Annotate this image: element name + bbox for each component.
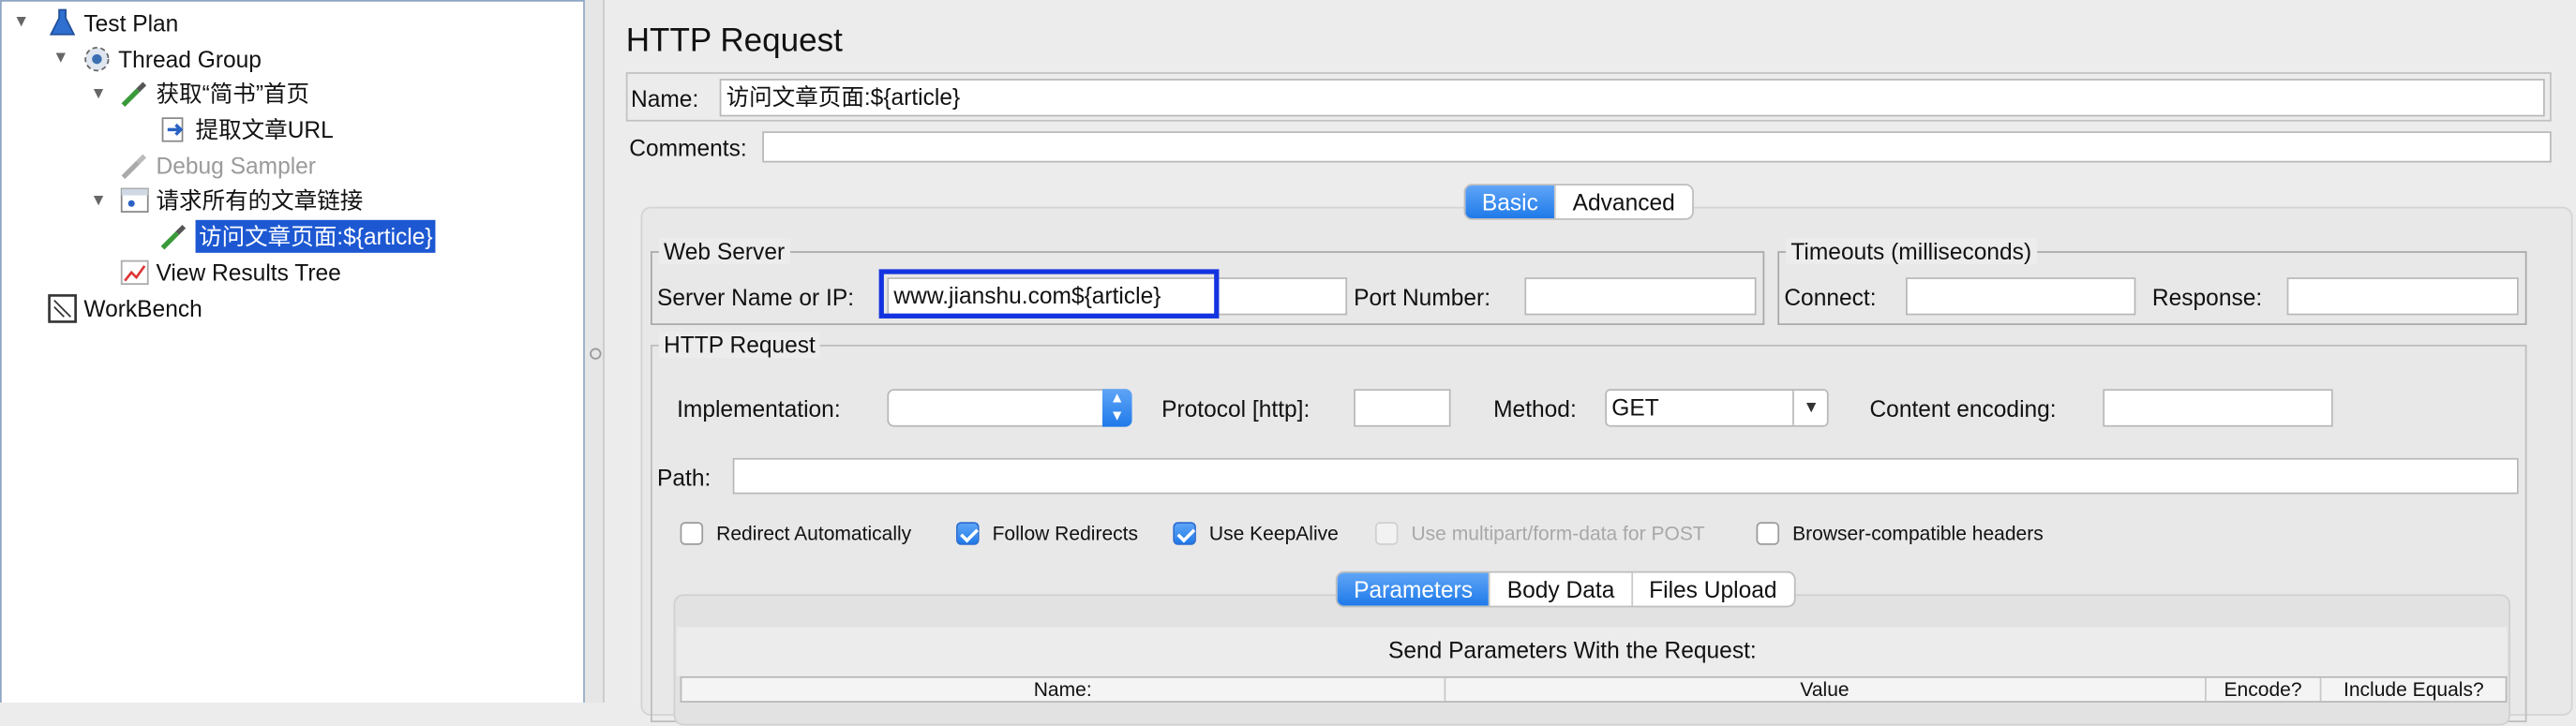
column-header-name[interactable]: Name:	[681, 677, 1445, 702]
extractor-icon	[159, 115, 189, 145]
redirect-automatically-checkbox[interactable]: Redirect Automatically	[680, 522, 912, 545]
checkbox-box	[1756, 522, 1780, 545]
tree-item-thread-group[interactable]: Thread Group	[82, 43, 262, 76]
content-encoding-label: Content encoding:	[1869, 395, 2057, 422]
params-table-header: Name: Value Encode? Include Equals?	[680, 675, 2508, 703]
checkbox-label: Use multipart/form-data for POST	[1411, 522, 1705, 545]
test-plan-tree[interactable]: ▼ Test Plan ▼ Thread Group ▼ 获取“简书”首页 提取…	[0, 0, 585, 703]
updown-chevron-icon[interactable]: ▲ ▼	[1101, 389, 1132, 427]
checkbox-label: Use KeepAlive	[1208, 522, 1339, 545]
port-number-label: Port Number:	[1354, 284, 1491, 311]
tree-item-article-request[interactable]: 访问文章页面:${article}	[159, 219, 437, 253]
http-request-group-title: HTTP Request	[658, 331, 821, 359]
name-field[interactable]: 访问文章页面:${article}	[719, 79, 2545, 117]
chart-icon	[120, 258, 150, 288]
tab-advanced[interactable]: Advanced	[1554, 185, 1691, 219]
server-name-label: Server Name or IP:	[657, 284, 855, 311]
params-heading: Send Parameters With the Request:	[1387, 636, 1757, 663]
pipette-disabled-icon	[120, 151, 150, 181]
content-encoding-field[interactable]	[2103, 389, 2333, 427]
gear-icon	[82, 44, 112, 74]
path-field[interactable]	[732, 457, 2519, 495]
tree-item-foreach-controller[interactable]: 请求所有的文章链接	[120, 184, 363, 216]
method-label: Method:	[1493, 395, 1577, 422]
divider-grip-icon	[590, 348, 602, 360]
tab-parameters[interactable]: Parameters	[1337, 572, 1490, 606]
chevron-down-icon[interactable]: ▼	[1792, 391, 1829, 425]
http-request-panel: HTTP Request Name: 访问文章页面:${article} Com…	[604, 0, 2576, 726]
controller-icon	[120, 185, 150, 215]
port-number-field[interactable]	[1524, 277, 1757, 316]
checkbox-box	[1374, 522, 1399, 545]
pipette-icon	[120, 79, 150, 109]
flask-icon	[48, 8, 78, 38]
tree-item-debug-sampler[interactable]: Debug Sampler	[120, 149, 316, 182]
browser-compatible-headers-checkbox[interactable]: Browser-compatible headers	[1756, 522, 2044, 545]
protocol-label: Protocol [http]:	[1161, 395, 1310, 422]
parameters-tabs: Parameters Body Data Files Upload	[1335, 570, 1795, 608]
implementation-label: Implementation:	[677, 395, 841, 422]
selected-tree-label: 访问文章页面:${article}	[195, 219, 437, 253]
connect-field[interactable]	[1906, 277, 2136, 316]
checkbox-box	[680, 522, 704, 545]
protocol-field[interactable]	[1354, 389, 1451, 427]
tab-basic[interactable]: Basic	[1465, 185, 1555, 219]
expand-triangle-icon[interactable]: ▼	[13, 14, 30, 32]
highlight-box	[878, 269, 1220, 319]
tree-item-home-request[interactable]: 获取“简书”首页	[120, 77, 309, 110]
checkbox-label: Redirect Automatically	[716, 522, 912, 545]
response-label: Response:	[2151, 284, 2263, 311]
tab-files-upload[interactable]: Files Upload	[1630, 572, 1793, 606]
comments-label: Comments:	[629, 134, 747, 161]
checkbox-label: Follow Redirects	[992, 522, 1139, 545]
checkbox-label: Browser-compatible headers	[1792, 522, 2044, 545]
tree-item-extract-url[interactable]: 提取文章URL	[159, 113, 334, 146]
checkmark-icon	[1173, 522, 1196, 545]
checkmark-icon	[956, 522, 980, 545]
page-title: HTTP Request	[625, 22, 843, 60]
workbench-icon	[48, 294, 78, 324]
tree-item-workbench[interactable]: WorkBench	[48, 292, 202, 325]
column-header-encode[interactable]: Encode?	[2206, 677, 2322, 702]
response-field[interactable]	[2286, 277, 2519, 316]
multipart-checkbox: Use multipart/form-data for POST	[1374, 522, 1705, 545]
timeouts-title: Timeouts (milliseconds)	[1786, 238, 2037, 265]
name-label: Name:	[630, 85, 699, 112]
connect-label: Connect:	[1784, 284, 1877, 311]
tree-item-view-results-tree[interactable]: View Results Tree	[120, 256, 341, 289]
use-keepalive-checkbox[interactable]: Use KeepAlive	[1173, 522, 1339, 545]
expand-triangle-icon[interactable]: ▼	[90, 193, 107, 211]
split-pane-divider[interactable]	[584, 0, 605, 703]
tree-item-test-plan[interactable]: Test Plan	[48, 7, 178, 39]
follow-redirects-checkbox[interactable]: Follow Redirects	[956, 522, 1138, 545]
expand-triangle-icon[interactable]: ▼	[90, 86, 107, 104]
column-header-include-equals[interactable]: Include Equals?	[2322, 678, 2506, 702]
tab-body-data[interactable]: Body Data	[1489, 572, 1630, 606]
comments-field[interactable]	[762, 131, 2552, 163]
pipette-icon	[159, 222, 189, 252]
expand-triangle-icon[interactable]: ▼	[52, 50, 69, 67]
path-label: Path:	[657, 464, 711, 491]
web-server-title: Web Server	[658, 238, 790, 265]
implementation-select[interactable]	[887, 389, 1132, 427]
column-header-value[interactable]: Value	[1445, 677, 2206, 702]
basic-advanced-tabs: Basic Advanced	[1463, 184, 1694, 220]
